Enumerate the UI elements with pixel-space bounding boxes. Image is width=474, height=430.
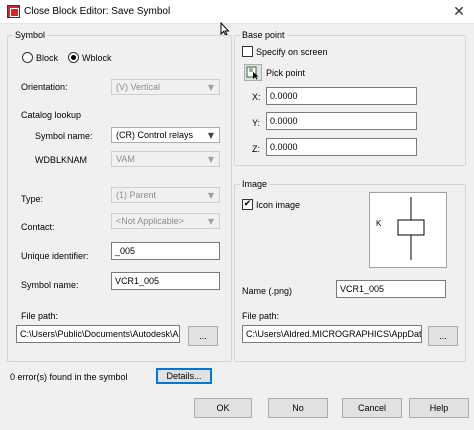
symbol-file-path-label: File path: xyxy=(21,311,59,321)
chevron-down-icon: ▼ xyxy=(207,83,215,92)
catalog-lookup-label: Catalog lookup xyxy=(21,110,82,120)
symbol-name2-label: Symbol name: xyxy=(21,280,79,290)
image-group-legend: Image xyxy=(240,179,270,189)
x-coordinate-input[interactable]: 0.0000 xyxy=(266,87,417,105)
image-name-input[interactable]: VCR1_005 xyxy=(336,280,446,298)
block-radio-label[interactable]: Block xyxy=(36,53,58,63)
image-name-label: Name (.png) xyxy=(242,286,293,296)
unique-identifier-input[interactable]: _005 xyxy=(111,242,220,260)
pick-point-icon xyxy=(246,66,259,80)
symbol-file-path-input[interactable]: C:\Users\Public\Documents\Autodesk\Ac xyxy=(16,325,180,343)
wblock-radio[interactable] xyxy=(68,52,79,63)
cancel-button[interactable]: Cancel xyxy=(342,398,402,418)
z-coordinate-input[interactable]: 0.0000 xyxy=(266,138,417,156)
error-count-text: 0 error(s) found in the symbol xyxy=(10,372,128,382)
close-icon[interactable]: ✕ xyxy=(448,2,470,22)
chevron-down-icon: ▼ xyxy=(207,155,215,164)
wdblknam-select[interactable]: VAM ▼ xyxy=(111,151,220,167)
base-point-group-legend: Base point xyxy=(240,30,287,40)
orientation-select[interactable]: (V) Vertical ▼ xyxy=(111,79,220,95)
symbol-name-input[interactable]: VCR1_005 xyxy=(111,272,220,290)
contact-select[interactable]: <Not Applicable> ▼ xyxy=(111,213,220,229)
pick-point-label: Pick point xyxy=(266,68,306,78)
image-file-path-input[interactable]: C:\Users\Aldred.MICROGRAPHICS\AppData\ xyxy=(242,325,422,343)
symbol-name-select[interactable]: (CR) Control relays ▼ xyxy=(111,127,220,143)
unique-identifier-label: Unique identifier: xyxy=(21,251,89,261)
type-select[interactable]: (1) Parent ▼ xyxy=(111,187,220,203)
details-button[interactable]: Details... xyxy=(156,368,212,384)
window-title: Close Block Editor: Save Symbol xyxy=(24,6,171,17)
type-value: (1) Parent xyxy=(116,190,157,200)
preview-letter: K xyxy=(376,219,382,228)
image-file-path-label: File path: xyxy=(242,311,280,321)
chevron-down-icon: ▼ xyxy=(207,217,215,226)
wblock-radio-label[interactable]: Wblock xyxy=(82,53,112,63)
image-browse-button[interactable]: ... xyxy=(428,326,458,346)
y-coordinate-input[interactable]: 0.0000 xyxy=(266,112,417,130)
icon-image-checkbox[interactable]: ✔ xyxy=(242,199,253,210)
x-label: X: xyxy=(252,92,261,102)
y-label: Y: xyxy=(252,118,261,128)
chevron-down-icon: ▼ xyxy=(207,131,215,140)
symbol-name-label: Symbol name: xyxy=(35,131,93,141)
no-button[interactable]: No xyxy=(268,398,328,418)
ok-button[interactable]: OK xyxy=(194,398,252,418)
symbol-name-value: (CR) Control relays xyxy=(116,130,194,140)
wdblknam-label: WDBLKNAM xyxy=(35,155,88,165)
relay-symbol-image xyxy=(397,197,425,260)
help-button[interactable]: Help xyxy=(409,398,469,418)
block-radio[interactable] xyxy=(22,52,33,63)
symbol-browse-button[interactable]: ... xyxy=(188,326,218,346)
contact-label: Contact: xyxy=(21,222,55,232)
z-label: Z: xyxy=(252,144,260,154)
symbol-group-legend: Symbol xyxy=(13,30,48,40)
orientation-value: (V) Vertical xyxy=(116,82,161,92)
type-label: Type: xyxy=(21,194,44,204)
orientation-label: Orientation: xyxy=(21,82,68,92)
wdblknam-value: VAM xyxy=(116,154,135,164)
specify-on-screen-checkbox[interactable] xyxy=(242,46,253,57)
app-icon xyxy=(7,5,20,18)
specify-on-screen-label[interactable]: Specify on screen xyxy=(256,47,328,57)
icon-image-preview: K xyxy=(369,192,447,268)
icon-image-label[interactable]: Icon image xyxy=(256,200,300,210)
contact-value: <Not Applicable> xyxy=(116,216,185,226)
pick-point-button[interactable] xyxy=(244,64,262,81)
chevron-down-icon: ▼ xyxy=(207,191,215,200)
